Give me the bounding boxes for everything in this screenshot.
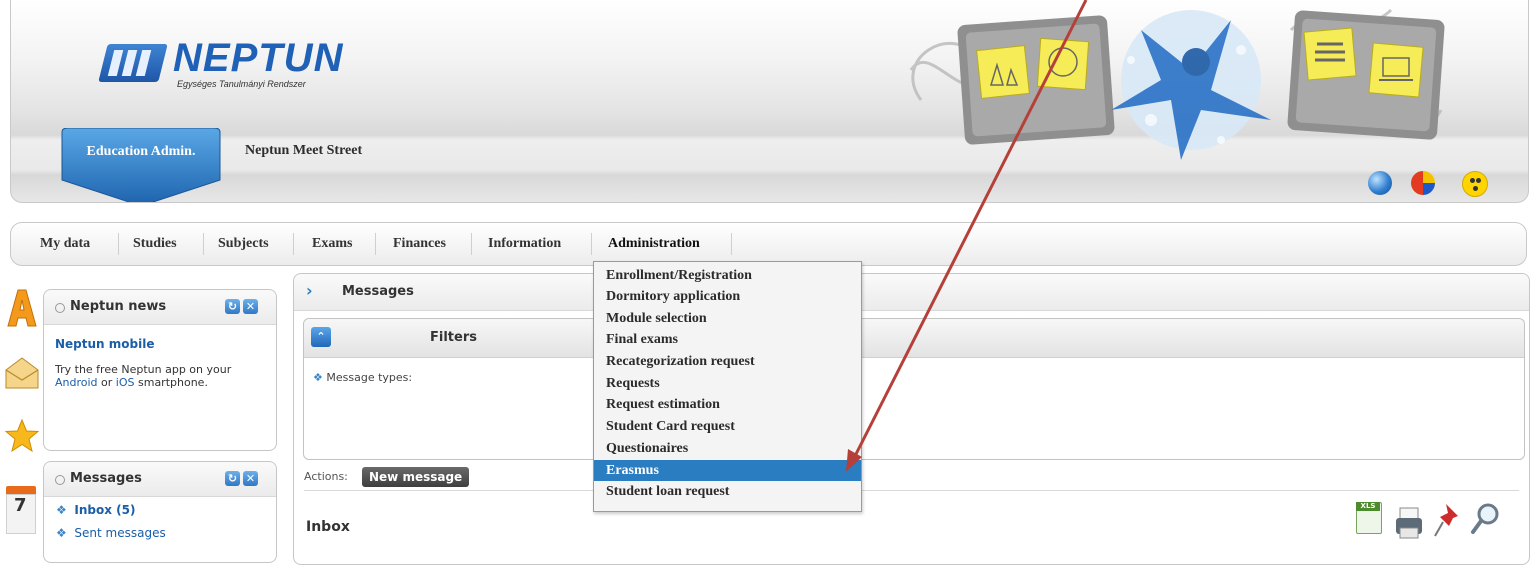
envelope-icon[interactable] [4,356,40,392]
message-types-label: ❖ Message types: [313,371,413,384]
close-icon[interactable]: ✕ [243,471,258,486]
android-link[interactable]: Android [55,376,98,389]
nav-finances[interactable]: Finances [393,223,446,265]
menu-item-erasmus[interactable]: Erasmus [594,460,861,481]
logo-subtitle: Egységes Tanulmányi Rendszer [177,79,306,89]
export-xls-icon[interactable]: XLS [1356,502,1386,540]
menu-item-student-card[interactable]: Student Card request [594,416,861,437]
actions-label: Actions: [304,470,348,483]
calendar-icon[interactable]: 7 [4,486,40,536]
nav-exams[interactable]: Exams [312,223,352,265]
site-name: Neptun Meet Street [245,143,363,158]
collapse-up-icon[interactable]: ⌃ [311,327,331,347]
logo-text: NEPTUN [173,36,344,80]
administration-dropdown: Enrollment/Registration Dormitory applic… [593,261,862,512]
nav-information[interactable]: Information [488,223,561,265]
menu-item-requests[interactable]: Requests [594,373,861,394]
panel-title: Messages [342,284,414,299]
letter-a-icon[interactable] [4,288,40,328]
news-item-text: Try the free Neptun app on your Android … [55,363,232,389]
chevron-right-icon: › [306,281,313,300]
neptun-news-title: Neptun news [70,299,167,314]
messages-inbox-link[interactable]: ❖ Inbox (5) [56,503,135,517]
print-icon[interactable] [1394,502,1424,540]
nav-subjects[interactable]: Subjects [218,223,269,265]
pin-icon[interactable] [1432,502,1462,540]
role-tab-label: Education Admin. [86,144,196,159]
theme-color-icon[interactable] [1411,171,1435,195]
refresh-icon[interactable]: ↻ [225,471,240,486]
filters-panel: ⌃ Filters ❖ Message types: [303,318,1525,460]
calendar-day-number: 7 [14,495,27,516]
menu-item-student-loan[interactable]: Student loan request [594,481,861,502]
language-globe-icon[interactable] [1368,171,1392,195]
menu-item-questionaires[interactable]: Questionaires [594,438,861,459]
neptun-logo[interactable]: NEPTUN Egységes Tanulmányi Rendszer [98,36,343,96]
role-tab[interactable]: Education Admin. [56,128,226,202]
logo-mark-icon [98,44,168,82]
new-message-button[interactable]: New message [362,467,470,487]
menu-item-dormitory[interactable]: Dormitory application [594,286,861,307]
menu-item-final-exams[interactable]: Final exams [594,329,861,350]
search-magnifier-icon[interactable] [1470,502,1500,540]
header-banner: NEPTUN Egységes Tanulmányi Rendszer Educ… [10,0,1529,203]
news-item-title[interactable]: Neptun mobile [55,337,154,351]
favorites-star-icon[interactable] [4,418,40,454]
nav-administration[interactable]: Administration [608,223,700,265]
menu-item-request-estimation[interactable]: Request estimation [594,394,861,415]
close-icon[interactable]: ✕ [243,299,258,314]
messages-sent-link[interactable]: ❖ Sent messages [56,526,166,540]
header-decoration-image [909,8,1445,160]
menu-item-enrollment[interactable]: Enrollment/Registration [594,265,861,286]
ios-link[interactable]: iOS [116,376,135,389]
nav-my-data[interactable]: My data [40,223,90,265]
refresh-icon[interactable]: ↻ [225,299,240,314]
menu-item-module-selection[interactable]: Module selection [594,308,861,329]
messages-box-title: Messages [70,471,142,486]
nav-studies[interactable]: Studies [133,223,177,265]
inbox-section-title: Inbox [306,519,350,535]
menu-item-recategorization[interactable]: Recategorization request [594,351,861,372]
neptun-news-box: Neptun news ↻ ✕ Neptun mobile Try the fr… [43,289,277,451]
main-menu: My data Studies Subjects Exams Finances … [10,222,1527,266]
filters-title: Filters [430,330,477,345]
accessibility-icon[interactable] [1462,171,1488,197]
messages-panel: › Messages ⌃ Filters ❖ Message types: Ac… [293,273,1530,565]
